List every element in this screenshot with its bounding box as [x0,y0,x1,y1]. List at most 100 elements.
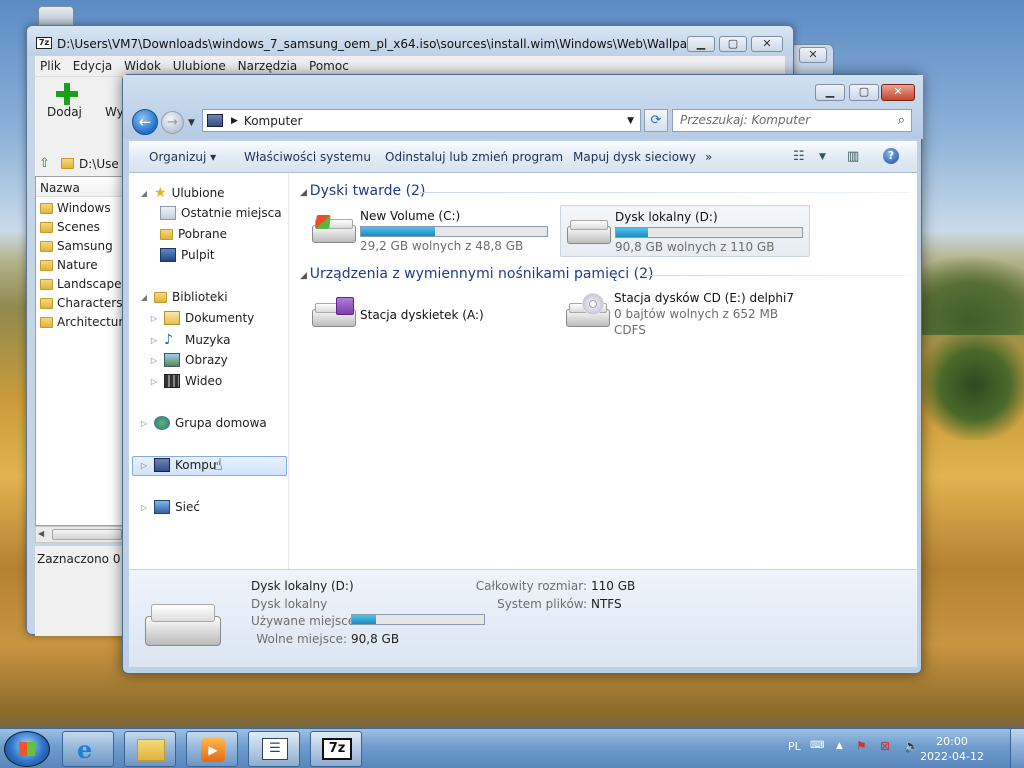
uninstall-program-button[interactable]: Odinstaluj lub zmień program [385,150,563,164]
list-item[interactable]: Scenes [36,216,124,235]
more-commands-button[interactable]: » [705,150,712,164]
search-input[interactable]: Przeszukaj: Komputer ⌕ [672,109,912,132]
menu-ulubione[interactable]: Ulubione [168,56,229,73]
action-center-icon[interactable]: ⚑ [856,739,867,753]
breadcrumb-computer[interactable]: Komputer [244,114,303,128]
clock[interactable]: 20:00 2022-04-12 [920,734,984,764]
collapse-arrow-icon: ◢ [140,292,148,302]
group-hard-drives[interactable]: ◢ Dyski twarde (2) [300,183,425,199]
list-item[interactable]: Characters [36,292,124,311]
sevenzip-pathbar: ⇧ D:\Use [35,152,125,176]
menu-narzedzia[interactable]: Narzędzia [233,56,301,73]
up-folder-icon[interactable]: ⇧ [39,156,50,171]
sevenzip-title: D:\Users\VM7\Downloads\windows_7_samsung… [57,37,712,51]
network-status-icon[interactable]: ⊠ [880,739,890,753]
close-icon[interactable]: ✕ [881,84,915,101]
close-icon[interactable]: ✕ [751,36,783,52]
language-indicator[interactable]: PL [788,740,801,753]
volume-icon[interactable]: 🔈 [904,739,919,753]
show-desktop-button[interactable] [1010,729,1024,768]
nav-documents[interactable]: ▷ Dokumenty [149,311,254,325]
expand-arrow-icon: ▷ [150,355,158,365]
help-icon[interactable]: ? [883,148,899,164]
address-bar[interactable]: ▶ Komputer ▼ [202,109,641,132]
details-used-label: Używane miejsce: [251,614,360,628]
sevenzip-taskbar-icon: 7z [322,738,352,760]
map-network-drive-button[interactable]: Mapuj dysk sieciowy [573,150,696,164]
navigation-pane: ◢ ★ Ulubione Ostatnie miejsca Pobrane Pu… [129,173,289,569]
list-item[interactable]: Samsung [36,235,124,254]
recent-places-icon [160,206,176,220]
drive-tile-c[interactable]: New Volume (C:) 29,2 GB wolnych z 48,8 G… [306,205,556,257]
close-icon[interactable]: ✕ [799,47,827,63]
group-removable[interactable]: ◢ Urządzenia z wymiennymi nośnikami pami… [300,266,653,282]
list-item[interactable]: Architecture [36,311,130,330]
nav-homegroup[interactable]: ▷ Grupa domowa [139,416,267,430]
chevron-down-icon[interactable]: ▼ [627,116,634,126]
refresh-button[interactable]: ⟳ [644,109,668,132]
minimize-icon[interactable]: ▁ [687,36,715,52]
drive-tile-a[interactable]: Stacja dyskietek (A:) [306,289,556,341]
system-properties-button[interactable]: Właściwości systemu [244,150,371,164]
sevenzip-status: Zaznaczono 0 / 7 [35,546,125,636]
nav-computer[interactable]: ▷ Kompu [139,458,217,472]
drive-tile-d[interactable]: Dysk lokalny (D:) 90,8 GB wolnych z 110 … [560,205,810,257]
chevron-down-icon[interactable]: ▼ [819,152,826,162]
downloads-folder-icon [160,228,173,240]
horizontal-scrollbar[interactable]: ◀ [35,526,125,543]
taskbar-7zip[interactable]: 7z [310,731,362,767]
nav-pictures[interactable]: ▷ Obrazy [149,353,228,367]
list-item[interactable]: Nature [36,254,124,273]
view-options-icon[interactable]: ☷ [793,149,805,164]
nav-network[interactable]: ▷ Sieć [139,500,200,514]
maximize-icon[interactable]: ▢ [849,84,879,101]
computer-icon [154,458,170,472]
path-text[interactable]: D:\Use [79,157,119,171]
taskbar-task-list[interactable]: ☰ [248,731,300,767]
organize-button[interactable]: Organizuj ▾ [149,150,216,164]
add-button[interactable]: Dodaj [47,105,82,119]
menu-plik[interactable]: Plik [35,56,64,73]
list-item[interactable]: Windows [36,197,124,216]
scroll-thumb[interactable] [52,529,122,540]
back-button[interactable]: ← [132,109,158,135]
breadcrumb-arrow-icon[interactable]: ▶ [231,116,238,126]
start-button[interactable] [4,731,50,767]
folder-icon [61,158,74,169]
extract-button[interactable]: Wy [105,105,124,119]
nav-favorites[interactable]: ◢ ★ Ulubione [139,185,225,201]
scroll-left-icon[interactable]: ◀ [38,529,44,538]
minimize-icon[interactable]: ▁ [815,84,845,101]
list-item[interactable]: Landscapes [36,273,128,292]
keyboard-icon[interactable]: ⌨ [810,740,824,751]
nav-music[interactable]: ▷ ♪ Muzyka [149,332,231,348]
nav-videos[interactable]: ▷ Wideo [149,374,222,388]
collapse-arrow-icon: ◢ [300,188,310,198]
menu-pomoc[interactable]: Pomoc [304,56,352,73]
hand-cursor-icon: ☝ [213,455,223,474]
show-hidden-icons[interactable]: ▲ [836,741,843,751]
taskbar-internet-explorer[interactable]: e [62,731,114,767]
column-header-name[interactable]: Nazwa [36,177,124,197]
maximize-icon[interactable]: ▢ [719,36,747,52]
nav-desktop[interactable]: Pulpit [160,248,215,262]
expand-arrow-icon: ▷ [150,313,158,323]
forward-button[interactable]: → [161,111,184,134]
music-icon: ♪ [164,332,173,348]
search-icon[interactable]: ⌕ [898,113,905,128]
taskbar-media-player[interactable]: ▶ [186,731,238,767]
taskbar-explorer[interactable] [124,731,176,767]
expand-arrow-icon: ▷ [150,335,158,345]
details-type: Dysk lokalny [251,597,328,611]
menu-widok[interactable]: Widok [119,56,164,73]
recent-pages-icon[interactable]: ▼ [188,118,195,128]
internet-explorer-icon: e [77,735,93,764]
nav-libraries[interactable]: ◢ Biblioteki [139,290,228,304]
preview-pane-icon[interactable]: ▥ [847,149,859,164]
menu-edycja[interactable]: Edycja [68,56,116,73]
details-usage-bar [351,614,485,625]
nav-recent-places[interactable]: Ostatnie miejsca [160,206,282,220]
collapse-arrow-icon: ◢ [140,188,148,198]
nav-downloads[interactable]: Pobrane [160,227,227,241]
drive-tile-e[interactable]: Stacja dysków CD (E:) delphi7 0 bajtów w… [560,289,810,341]
